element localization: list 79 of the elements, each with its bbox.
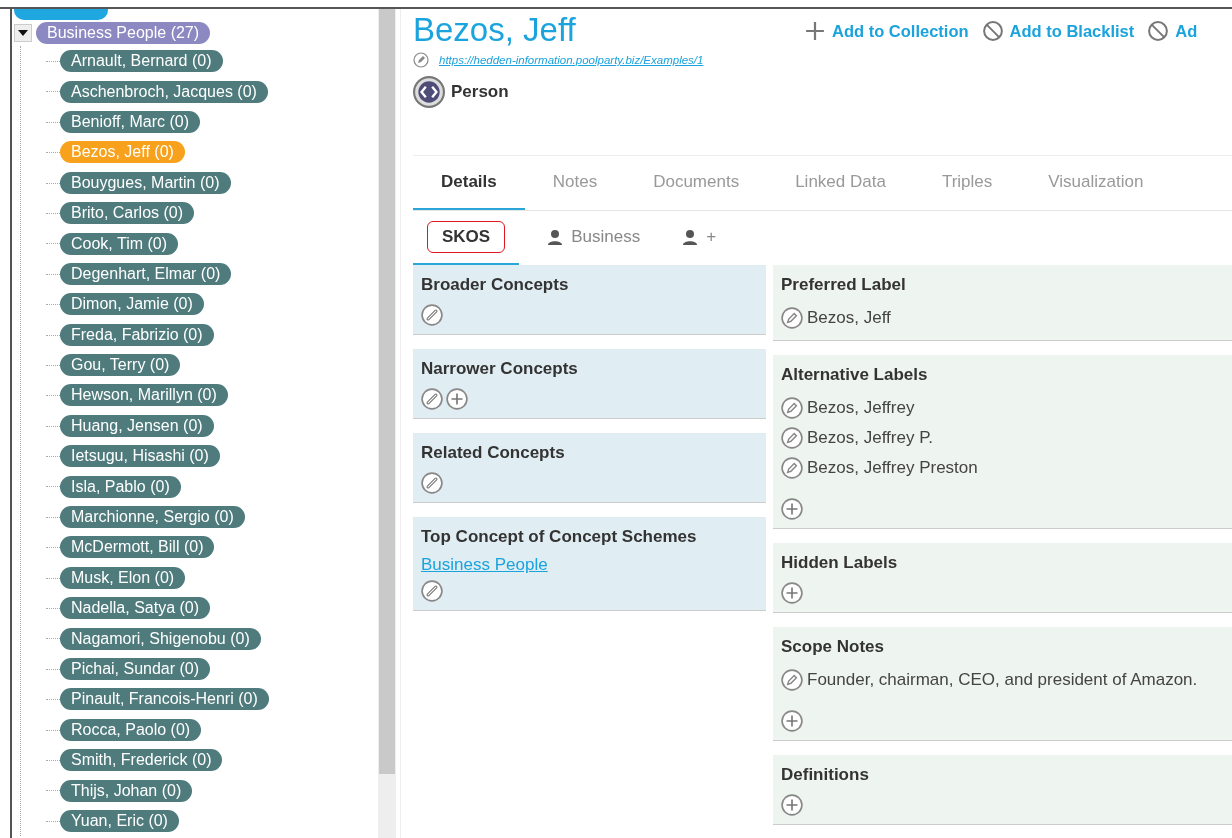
pencil-icon[interactable]: [413, 52, 429, 68]
subtab[interactable]: +: [668, 211, 731, 265]
panel-title: Broader Concepts: [421, 274, 570, 296]
tree-node[interactable]: Aschenbroch, Jacques (0): [60, 80, 268, 103]
tree-node[interactable]: Pichai, Sundar (0): [60, 658, 211, 680]
panel-title: Related Concepts: [421, 442, 566, 464]
panel-title: Preferred Label: [781, 274, 907, 296]
tree-node[interactable]: Huang, Jensen (0): [60, 414, 214, 437]
tree-node[interactable]: Gou, Terry (0): [60, 354, 181, 377]
tree-node[interactable]: McDermott, Bill (0): [60, 536, 215, 559]
scrollbar[interactable]: [378, 9, 396, 838]
pencil-icon[interactable]: [781, 427, 803, 449]
tree-node[interactable]: Brito, Carlos (0): [60, 202, 195, 225]
block-icon: [1148, 21, 1169, 41]
pencil-icon[interactable]: [781, 457, 803, 479]
tab[interactable]: Notes: [524, 156, 626, 210]
panel-title: Scope Notes: [781, 636, 885, 658]
add-icon[interactable]: [446, 388, 468, 410]
action-link[interactable]: Add to Blacklist: [982, 21, 1135, 41]
tree-node[interactable]: Musk, Elon (0): [60, 566, 186, 589]
tab[interactable]: Documents: [625, 156, 768, 210]
panel-title: Alternative Labels: [781, 364, 929, 386]
concept-title: Bezos, Jeff: [413, 10, 577, 50]
panel-title: Hidden Labels: [781, 552, 899, 574]
tree-node[interactable]: Hewson, Marillyn (0): [60, 384, 228, 407]
tree-node[interactable]: Benioff, Marc (0): [60, 110, 200, 133]
tree-node[interactable]: Isla, Pablo (0): [60, 475, 181, 498]
tree-node[interactable]: Cook, Tim (0): [60, 232, 178, 255]
tree-node[interactable]: Business People (27): [36, 22, 211, 44]
label-value: Bezos, Jeffrey P.: [807, 428, 933, 448]
label-value: Bezos, Jeffrey: [807, 398, 915, 418]
panel-title: Top Concept of Concept Schemes: [421, 526, 698, 548]
link-icon[interactable]: [421, 388, 443, 410]
person-icon: [682, 229, 699, 245]
add-icon[interactable]: [781, 582, 803, 604]
action-link[interactable]: Add to Collection: [805, 21, 969, 41]
tree-node[interactable]: Degenhart, Elmar (0): [60, 262, 232, 285]
tree-node[interactable]: Yuan, Eric (0): [60, 809, 179, 832]
tree-node[interactable]: Dimon, Jamie (0): [60, 293, 204, 316]
plus-icon: [805, 21, 825, 41]
collapse-toggle[interactable]: [14, 24, 32, 42]
add-icon[interactable]: [781, 794, 803, 816]
concept-type-icon: [413, 76, 445, 108]
tree-node[interactable]: Pinault, Francois-Henri (0): [60, 688, 269, 711]
tree-node[interactable]: Arnault, Bernard (0): [60, 50, 223, 73]
link-icon[interactable]: [421, 304, 443, 326]
add-icon[interactable]: [781, 498, 803, 520]
tree-node[interactable]: Smith, Frederick (0): [60, 749, 223, 772]
label-value: Bezos, Jeffrey Preston: [807, 458, 978, 478]
tab[interactable]: Visualization: [1020, 156, 1172, 210]
label-value: Founder, chairman, CEO, and president of Amazon.: [807, 670, 1198, 690]
person-icon: [547, 229, 564, 245]
pencil-icon[interactable]: [781, 397, 803, 419]
panel-title: Narrower Concepts: [421, 358, 579, 380]
concept-type: Person: [451, 82, 509, 102]
tab[interactable]: Details: [413, 156, 525, 210]
tree-node[interactable]: Nadella, Satya (0): [60, 597, 211, 620]
block-icon: [982, 21, 1003, 41]
caret-icon: [18, 30, 28, 36]
tab[interactable]: Linked Data: [767, 156, 914, 210]
action-link[interactable]: Ad: [1148, 21, 1198, 41]
add-icon[interactable]: [781, 710, 803, 732]
tree-node[interactable]: Bouygues, Martin (0): [60, 171, 231, 194]
concept-link[interactable]: Business People: [421, 555, 548, 575]
tree-node[interactable]: Marchionne, Sergio (0): [60, 506, 245, 529]
label-value: Bezos, Jeff: [807, 308, 891, 328]
panel-title: Definitions: [781, 764, 870, 786]
tab[interactable]: Triples: [913, 156, 1021, 210]
tree-node[interactable]: Thijs, Johan (0): [60, 779, 193, 802]
subtab[interactable]: Business: [533, 211, 655, 265]
tree-node[interactable]: Nagamori, Shigenobu (0): [60, 627, 261, 650]
pencil-icon[interactable]: [781, 669, 803, 691]
concept-uri-link[interactable]: https://hedden-information.poolparty.biz/Examples/1: [439, 54, 704, 66]
link-icon[interactable]: [421, 472, 443, 494]
tree-node[interactable]: Rocca, Paolo (0): [60, 718, 202, 741]
tree-node[interactable]: Ietsugu, Hisashi (0): [60, 445, 220, 468]
link-icon[interactable]: [421, 580, 443, 602]
pencil-icon[interactable]: [781, 307, 803, 329]
tree-node[interactable]: Freda, Fabrizio (0): [60, 323, 214, 346]
